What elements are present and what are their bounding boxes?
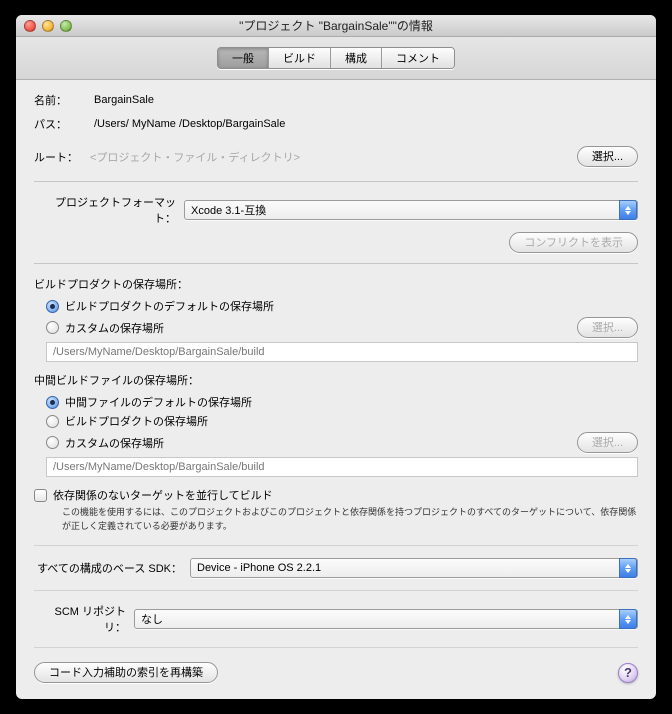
tab-build[interactable]: ビルド <box>269 48 331 68</box>
build-loc-custom-label: カスタムの保存場所 <box>65 320 164 336</box>
divider <box>34 181 638 182</box>
choose-build-button[interactable]: 選択... <box>577 317 638 338</box>
sdk-label: すべての構成のベース SDK： <box>34 560 190 576</box>
tab-general[interactable]: 一般 <box>218 48 269 68</box>
format-label: プロジェクトフォーマット： <box>34 194 184 226</box>
build-path-display: /Users/MyName/Desktop/BargainSale/build <box>46 342 638 362</box>
build-loc-custom-row: カスタムの保存場所 選択... <box>46 317 638 338</box>
radio-build-custom[interactable] <box>46 321 59 334</box>
format-row: プロジェクトフォーマット： Xcode 3.1-互換 <box>34 194 638 226</box>
scm-label: SCM リポジトリ： <box>34 603 134 635</box>
inter-loc-default-row: 中間ファイルのデフォルトの保存場所 <box>46 394 638 410</box>
content: 名前： BargainSale パス： /Users/ MyName /Desk… <box>16 80 656 699</box>
divider <box>34 545 638 546</box>
format-select[interactable]: Xcode 3.1-互換 <box>184 200 638 220</box>
dependency-row: 依存関係のないターゲットを並行してビルド <box>34 487 638 503</box>
name-label: 名前： <box>34 92 94 108</box>
root-label: ルート： <box>34 149 90 165</box>
build-loc-default-row: ビルドプロダクトのデフォルトの保存場所 <box>46 298 638 314</box>
inter-location-title: 中間ビルドファイルの保存場所： <box>34 372 638 388</box>
show-conflicts-button[interactable]: コンフリクトを表示 <box>509 232 638 253</box>
chevron-updown-icon <box>619 200 637 220</box>
path-value: /Users/ MyName /Desktop/BargainSale <box>94 118 638 130</box>
path-row: パス： /Users/ MyName /Desktop/BargainSale <box>34 116 638 132</box>
inter-loc-custom-label: カスタムの保存場所 <box>65 435 164 451</box>
zoom-icon[interactable] <box>60 20 72 32</box>
dependency-label: 依存関係のないターゲットを並行してビルド <box>53 487 273 503</box>
divider <box>34 263 638 264</box>
choose-root-button[interactable]: 選択... <box>577 146 638 167</box>
sdk-value: Device - iPhone OS 2.2.1 <box>197 562 321 574</box>
tab-comment[interactable]: コメント <box>382 48 454 68</box>
bottom-row: コード入力補助の索引を再構築 ? <box>34 662 638 683</box>
inter-loc-buildprod-label: ビルドプロダクトの保存場所 <box>65 413 208 429</box>
divider <box>34 590 638 591</box>
root-row: ルート： <プロジェクト・ファイル・ディレクトリ> 選択... <box>34 146 638 167</box>
name-row: 名前： BargainSale <box>34 92 638 108</box>
scm-select[interactable]: なし <box>134 609 638 629</box>
sdk-row: すべての構成のベース SDK： Device - iPhone OS 2.2.1 <box>34 558 638 578</box>
traffic-lights <box>16 20 72 32</box>
scm-value: なし <box>141 611 163 627</box>
divider <box>34 647 638 648</box>
choose-inter-button[interactable]: 選択... <box>577 432 638 453</box>
inter-loc-custom-row: カスタムの保存場所 選択... <box>46 432 638 453</box>
scm-row: SCM リポジトリ： なし <box>34 603 638 635</box>
radio-inter-default[interactable] <box>46 396 59 409</box>
tab-config[interactable]: 構成 <box>331 48 382 68</box>
rebuild-index-button[interactable]: コード入力補助の索引を再構築 <box>34 662 218 683</box>
inter-path-display: /Users/MyName/Desktop/BargainSale/build <box>46 457 638 477</box>
root-placeholder: <プロジェクト・ファイル・ディレクトリ> <box>90 149 577 165</box>
help-button[interactable]: ? <box>618 663 638 683</box>
radio-inter-custom[interactable] <box>46 436 59 449</box>
inter-loc-buildprod-row: ビルドプロダクトの保存場所 <box>46 413 638 429</box>
tab-segment: 一般 ビルド 構成 コメント <box>217 47 455 69</box>
window-title: "プロジェクト "BargainSale""の情報 <box>16 17 656 34</box>
tab-bar: 一般 ビルド 構成 コメント <box>16 37 656 80</box>
chevron-updown-icon <box>619 558 637 578</box>
sdk-select[interactable]: Device - iPhone OS 2.2.1 <box>190 558 638 578</box>
radio-build-default[interactable] <box>46 300 59 313</box>
build-location-title: ビルドプロダクトの保存場所： <box>34 276 638 292</box>
project-info-window: "プロジェクト "BargainSale""の情報 一般 ビルド 構成 コメント… <box>16 15 656 699</box>
dependency-note: この機能を使用するには、このプロジェクトおよびこのプロジェクトと依存関係を持つプ… <box>62 506 638 533</box>
close-icon[interactable] <box>24 20 36 32</box>
conflict-row: コンフリクトを表示 <box>34 232 638 253</box>
build-loc-default-label: ビルドプロダクトのデフォルトの保存場所 <box>65 298 274 314</box>
minimize-icon[interactable] <box>42 20 54 32</box>
titlebar: "プロジェクト "BargainSale""の情報 <box>16 15 656 37</box>
chevron-updown-icon <box>619 609 637 629</box>
format-value: Xcode 3.1-互換 <box>191 202 266 218</box>
inter-loc-default-label: 中間ファイルのデフォルトの保存場所 <box>65 394 252 410</box>
radio-inter-buildprod[interactable] <box>46 415 59 428</box>
parallel-build-checkbox[interactable] <box>34 489 47 502</box>
name-value: BargainSale <box>94 94 638 106</box>
path-label: パス： <box>34 116 94 132</box>
